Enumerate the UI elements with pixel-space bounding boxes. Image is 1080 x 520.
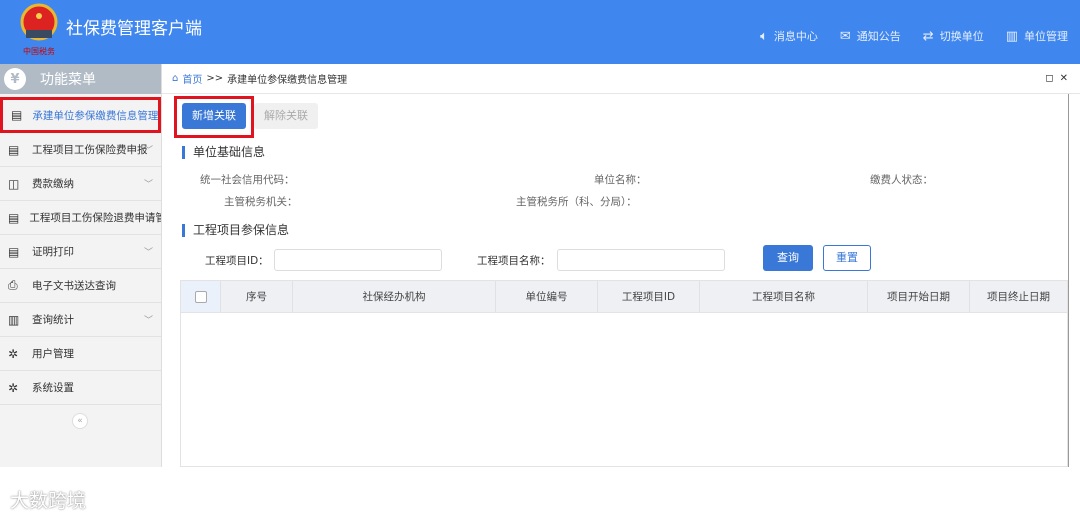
gear-icon: ✲ <box>8 381 22 395</box>
scrollbar[interactable] <box>1068 94 1080 467</box>
printer-icon: ⎙ <box>8 278 22 293</box>
col-project-name[interactable]: 工程项目名称 <box>700 281 868 312</box>
gear-icon: ✲ <box>8 347 22 361</box>
tax-emblem-logo: 中国税务 <box>14 2 64 58</box>
credit-code-label: 统一社会信用代码： <box>200 172 295 187</box>
breadcrumb-current: 承建单位参保缴费信息管理 <box>227 71 347 86</box>
document-icon: ▤ <box>8 245 22 259</box>
chevron-down-icon: ﹀ <box>144 177 153 190</box>
select-all-checkbox[interactable] <box>195 291 207 303</box>
col-index[interactable]: 序号 <box>221 281 293 312</box>
breadcrumb-home[interactable]: 首页 <box>182 71 202 86</box>
nav-messages[interactable]: 🔈︎消息中心 <box>760 28 818 44</box>
sidebar-item-unit-insurance[interactable]: ▤承建单位参保缴费信息管理 <box>0 97 161 133</box>
remove-link-button[interactable]: 解除关联 <box>254 103 318 129</box>
section-project-info: 工程项目参保信息 <box>182 224 289 237</box>
project-id-input[interactable] <box>274 249 442 271</box>
list-icon: ▤ <box>11 108 22 122</box>
home-icon: ⌂ <box>172 73 178 84</box>
sidebar-item-e-documents[interactable]: ⎙电子文书送达查询 <box>0 269 161 303</box>
col-start-date[interactable]: 项目开始日期 <box>868 281 970 312</box>
nav-switch-unit[interactable]: ⇄切换单位 <box>923 28 984 44</box>
mail-icon: ✉ <box>840 29 851 44</box>
reset-button[interactable]: 重置 <box>823 245 871 271</box>
sidebar-item-statistics[interactable]: ▥查询统计﹀ <box>0 303 161 337</box>
yen-icon: ¥ <box>4 68 26 90</box>
sidebar-item-settings[interactable]: ✲系统设置 <box>0 371 161 405</box>
section-basic-info: 单位基础信息 <box>182 146 265 159</box>
col-unit-no[interactable]: 单位编号 <box>496 281 598 312</box>
bookmark-icon: ◫ <box>8 177 22 191</box>
app-title: 社保费管理客户端 <box>66 14 202 39</box>
watermark: 大数跨境 <box>10 486 86 513</box>
sidebar-item-refund[interactable]: ▤工程项目工伤保险退费申请管 <box>0 201 161 235</box>
sidebar: ¥功能菜单 ▤承建单位参保缴费信息管理 ▤工程项目工伤保险费申报﹀ ◫费款缴纳﹀… <box>0 64 162 467</box>
collapse-sidebar-button[interactable]: « <box>72 413 88 429</box>
sidebar-item-certificate[interactable]: ▤证明打印﹀ <box>0 235 161 269</box>
maximize-icon[interactable]: ◻ <box>1045 73 1059 84</box>
speaker-icon: 🔈︎ <box>760 29 768 44</box>
app-header: 中国税务 社保费管理客户端 🔈︎消息中心 ✉通知公告 ⇄切换单位 ▥单位管理 <box>0 0 1080 64</box>
clipboard-icon: ▤ <box>8 143 22 157</box>
tax-office-label: 主管税务所（科、分局）： <box>516 194 637 209</box>
svg-text:中国税务: 中国税务 <box>23 46 55 56</box>
building-icon: ▥ <box>1006 29 1018 44</box>
project-table: 序号 社保经办机构 单位编号 工程项目ID 工程项目名称 项目开始日期 项目终止… <box>180 280 1068 467</box>
project-name-label: 工程项目名称： <box>477 253 551 268</box>
query-button[interactable]: 查询 <box>763 245 813 271</box>
sidebar-item-users[interactable]: ✲用户管理 <box>0 337 161 371</box>
list-icon: ▤ <box>8 211 19 225</box>
header-nav: 🔈︎消息中心 ✉通知公告 ⇄切换单位 ▥单位管理 <box>760 28 1068 44</box>
sidebar-item-payment[interactable]: ◫费款缴纳﹀ <box>0 167 161 201</box>
col-project-id[interactable]: 工程项目ID <box>598 281 700 312</box>
payer-status-label: 缴费人状态： <box>870 172 933 187</box>
unit-name-label: 单位名称： <box>594 172 647 187</box>
close-icon[interactable]: ✕ <box>1060 73 1074 84</box>
tax-authority-label: 主管税务机关： <box>224 194 298 209</box>
project-id-label: 工程项目ID： <box>205 253 269 268</box>
add-link-button[interactable]: 新增关联 <box>182 103 246 129</box>
main-content: 新增关联 解除关联 单位基础信息 统一社会信用代码： 单位名称： 缴费人状态： … <box>162 94 1068 467</box>
col-end-date[interactable]: 项目终止日期 <box>970 281 1067 312</box>
nav-notices[interactable]: ✉通知公告 <box>840 28 901 44</box>
chevron-down-icon: ﹀ <box>144 313 153 326</box>
col-agency[interactable]: 社保经办机构 <box>293 281 496 312</box>
table-header: 序号 社保经办机构 单位编号 工程项目ID 工程项目名称 项目开始日期 项目终止… <box>181 281 1067 313</box>
chevron-down-icon: ﹀ <box>144 245 153 258</box>
switch-icon: ⇄ <box>923 29 934 44</box>
project-name-input[interactable] <box>557 249 725 271</box>
nav-unit-management[interactable]: ▥单位管理 <box>1006 28 1068 44</box>
chevron-down-icon: ﹀ <box>144 143 153 156</box>
menu-header: ¥功能菜单 <box>0 64 161 94</box>
breadcrumb: ⌂ 首页 >> 承建单位参保缴费信息管理 ◻✕ <box>162 64 1080 94</box>
chart-icon: ▥ <box>8 313 22 327</box>
sidebar-item-injury-declare[interactable]: ▤工程项目工伤保险费申报﹀ <box>0 133 161 167</box>
